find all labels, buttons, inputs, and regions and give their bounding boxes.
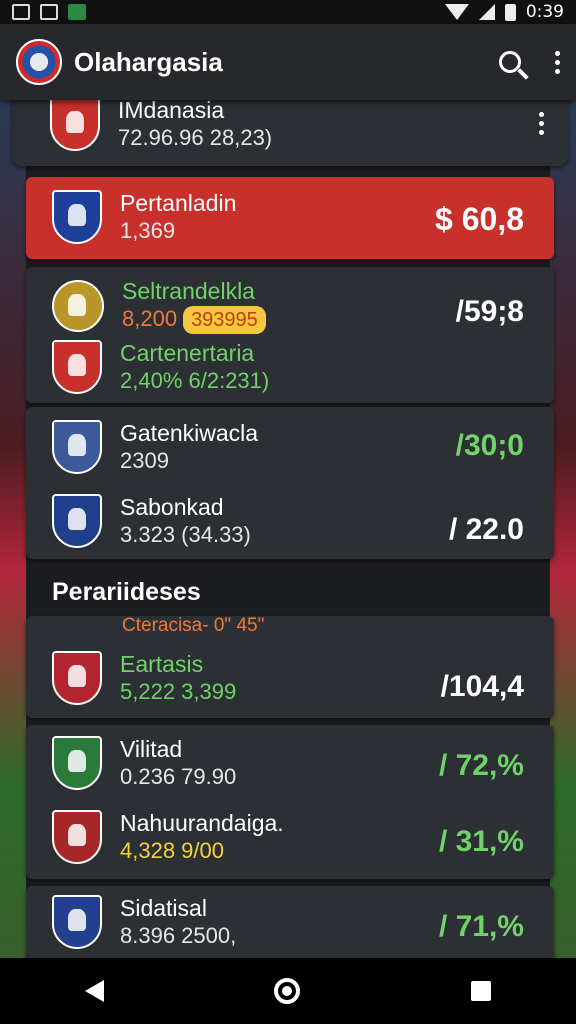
recents-icon[interactable] <box>470 981 491 1001</box>
section-title: Perariideses <box>52 578 201 606</box>
notification-icons <box>12 4 86 20</box>
item-price: $ 60,8 <box>435 201 524 237</box>
item-value: /104,4 <box>440 670 524 703</box>
item-stats: 8.396 2500, <box>120 923 237 948</box>
item-value: / 22.0 <box>448 513 524 546</box>
item-value: /59;8 <box>455 295 524 328</box>
item-stats: 5,222 3,399 <box>120 679 237 704</box>
item-overflow-menu-icon[interactable] <box>539 112 544 135</box>
team-crest-icon <box>52 494 102 548</box>
item-name: Vilitad <box>120 736 183 762</box>
item-name: Nahuurandaiga. <box>120 810 284 836</box>
wifi-icon <box>444 4 469 20</box>
item-name: Sabonkad <box>120 494 224 520</box>
navigation-bar <box>0 958 576 1024</box>
list-item[interactable]: Cteracisa- 0" 45" Eartasis 5,222 3,399 /… <box>26 615 554 718</box>
battery-icon <box>504 3 516 21</box>
overflow-menu-icon[interactable] <box>555 50 560 74</box>
team-crest-icon <box>52 340 102 394</box>
item-stats: 0.236 79.90 <box>120 764 237 789</box>
team-crest-icon <box>52 190 102 244</box>
notification-icon <box>12 4 30 20</box>
item-name: Seltrandelkla <box>122 278 255 304</box>
team-crest-icon <box>52 810 102 864</box>
search-icon[interactable] <box>499 51 521 73</box>
system-icons: 0:39 <box>444 2 564 22</box>
list-item[interactable]: IMdanasia 72.96.96 28,23) <box>12 100 568 166</box>
item-value: / 71,% <box>438 910 524 943</box>
team-crest-icon <box>50 100 100 151</box>
match-card[interactable]: Gatenkiwacla 2309 /30;0 Sabonkad 3.323 (… <box>26 407 554 559</box>
match-card[interactable]: Seltrandelkla 8,200 393995 Cartenertaria … <box>26 267 554 403</box>
signal-icon <box>478 4 495 20</box>
item-value: / 72,% <box>438 749 524 782</box>
item-stats: 2,40% 6/2:231) <box>120 368 270 393</box>
item-name: Cartenertaria <box>120 340 255 366</box>
app-logo <box>16 39 62 85</box>
item-name: Pertanladin <box>120 190 237 216</box>
scroll-content[interactable]: IMdanasia 72.96.96 28,23) Pertanladin 1,… <box>0 100 576 958</box>
item-stats: 72.96.96 28,23) <box>118 125 273 150</box>
app-bar: Olahargasia <box>0 24 576 100</box>
item-stats: 3.323 (34.33) <box>120 522 251 547</box>
item-name: Eartasis <box>120 651 204 677</box>
item-value: /30;0 <box>455 429 524 462</box>
item-name: Sidatisal <box>120 895 207 921</box>
team-crest-icon <box>52 736 102 790</box>
app-title: Olahargasia <box>74 46 223 77</box>
item-stats: 2309 <box>120 448 169 473</box>
team-crest-icon <box>52 895 102 949</box>
item-stats: 8,200 393995 <box>122 305 266 334</box>
item-name: Gatenkiwacla <box>120 420 259 446</box>
item-badge: 393995 <box>183 306 266 334</box>
item-peek-text: Cteracisa- 0" 45" <box>122 615 265 636</box>
item-stats: 4,328 9/00 <box>120 838 224 863</box>
team-crest-icon <box>52 651 102 705</box>
highlighted-item[interactable]: Pertanladin 1,369 $ 60,8 <box>26 177 554 259</box>
list-item[interactable]: Sidatisal 8.396 2500, / 71,% <box>26 886 554 958</box>
team-crest-icon <box>52 279 104 332</box>
item-stats: 1,369 <box>120 218 176 243</box>
back-icon[interactable] <box>85 980 105 1002</box>
notification-icon <box>68 4 86 20</box>
team-crest-icon <box>52 420 102 474</box>
match-card[interactable]: Vilitad 0.236 79.90 / 72,% Nahuurandaiga… <box>26 725 554 879</box>
item-name: IMdanasia <box>118 100 225 123</box>
home-icon[interactable] <box>274 978 301 1004</box>
item-value: / 31,% <box>438 825 524 858</box>
clock: 0:39 <box>525 2 564 22</box>
notification-icon <box>40 4 58 20</box>
status-bar: 0:39 <box>0 0 576 24</box>
item-stats-value: 8,200 <box>122 306 178 331</box>
